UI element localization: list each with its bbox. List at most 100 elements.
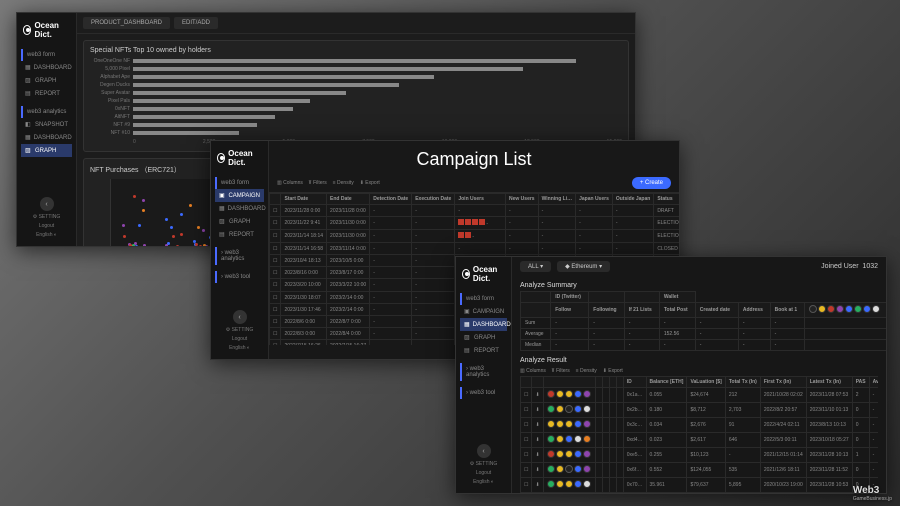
logo-icon — [217, 153, 225, 163]
columns-button[interactable]: ▥ Columns — [520, 368, 546, 374]
filter-all[interactable]: ALL ▾ — [520, 261, 551, 272]
logout-link[interactable]: Logout — [476, 470, 491, 476]
brand-text: Ocean Dict. — [228, 149, 262, 167]
table-row[interactable]: ☐⬇0x2b…0.180$8,7122,7032022/8/2 20:57202… — [521, 403, 879, 418]
setting-link[interactable]: ⚙ SETTING — [33, 214, 61, 220]
table-row[interactable]: ☐⬇0xd4…0.023$2,6176462022/5/3 00:112023/… — [521, 433, 879, 448]
theme-toggle[interactable]: ◐ — [54, 232, 57, 238]
report-icon: ▤ — [219, 231, 226, 238]
lang-select[interactable]: English — [36, 232, 52, 238]
export-button[interactable]: ⬇ Export — [603, 368, 623, 374]
brand-logo: Ocean Dict. — [17, 17, 76, 43]
table-row[interactable]: ☐⬇0x81…0.021$2,711-2021/5/15 23:142023/1… — [521, 493, 879, 494]
nav-section-analytics[interactable]: › web3 analytics — [460, 363, 507, 381]
table-row[interactable]: ☐⬇0x70…35.961$79,6375,8952020/10/23 19:0… — [521, 478, 879, 493]
result-title: Analyze Result — [512, 351, 886, 366]
result-table: IDBalance [ETH]VaLuation [$]Total Tx (In… — [520, 376, 878, 493]
graph-icon: ▨ — [464, 334, 471, 341]
report-icon: ▤ — [25, 90, 32, 97]
dashboard-icon: ▦ — [219, 205, 225, 212]
table-toolbar: ▥ Columns ⫪ Filters ≡ Density ⬇ Export +… — [269, 174, 679, 193]
table-row[interactable]: ☐⬇0x6f…0.552$124,0555352021/12/6 18:1120… — [521, 463, 879, 478]
nav-report[interactable]: ▤REPORT — [460, 344, 507, 357]
result-scroll[interactable]: IDBalance [ETH]VaLuation [$]Total Tx (In… — [520, 376, 878, 493]
nav-snapshot[interactable]: ◧SNAPSHOT — [21, 118, 72, 131]
nav-report[interactable]: ▤REPORT — [21, 87, 72, 100]
tab-product-dashboard[interactable]: PRODUCT_DASHBOARD — [83, 17, 170, 29]
lang-select[interactable]: English — [473, 479, 489, 485]
table-row[interactable]: ☐⬇0xe5…0.255$10,123-2021/12/15 01:142023… — [521, 448, 879, 463]
nav-label: DASHBOARD — [34, 65, 72, 71]
density-button[interactable]: ≡ Density — [576, 368, 597, 374]
collapse-button[interactable]: ‹ — [233, 310, 247, 324]
nav-label: DASHBOARD — [228, 206, 266, 212]
nav-dashboard[interactable]: ▦DASHBOARD — [460, 318, 507, 331]
nav-label: SNAPSHOT — [35, 122, 68, 128]
campaign-icon: ▣ — [464, 308, 470, 315]
nav-section-web3form[interactable]: web3 form — [460, 293, 507, 305]
nav-label: GRAPH — [35, 78, 56, 84]
chain-icon — [871, 303, 882, 314]
graph-icon: ▨ — [219, 218, 226, 225]
lang-select[interactable]: English — [229, 345, 245, 351]
logout-link[interactable]: Logout — [39, 223, 54, 229]
nav-label: REPORT — [474, 348, 499, 354]
nav-section-tool[interactable]: › web3 tool — [460, 387, 507, 399]
dashboard-icon: ▦ — [25, 134, 31, 141]
nav-section-analytics[interactable]: › web3 analytics — [215, 247, 264, 265]
table-row[interactable]: ☐2023/11/14 16:582023/11/14 0:00-------C… — [270, 243, 680, 255]
summary-table: ID (Twitter)WalletFollowFollowingIf 21 L… — [520, 291, 886, 351]
brand-logo: Ocean Dict. — [456, 261, 511, 287]
density-button[interactable]: ≡ Density — [333, 180, 354, 186]
theme-toggle[interactable]: ◐ — [491, 479, 494, 485]
nav-dashboard[interactable]: ▦DASHBOARD — [215, 202, 264, 215]
graph-icon: ▨ — [25, 147, 32, 154]
brand-text: Ocean Dict. — [473, 265, 505, 283]
chart-card-1: Special NFTs Top 10 owned by holders One… — [83, 40, 629, 152]
sidebar: Ocean Dict. web3 form ▦DASHBOARD ▨GRAPH … — [17, 13, 77, 246]
dashboard-icon: ▦ — [25, 64, 31, 71]
nav-dashboard2[interactable]: ▦DASHBOARD — [21, 131, 72, 144]
joined-user-count: Joined User 1032 — [821, 263, 878, 270]
main-content: ALL ▾ ◆ Ethereum ▾ Joined User 1032 Anal… — [512, 257, 886, 493]
nav-section-web3form[interactable]: web3 form — [215, 177, 264, 189]
filters-button[interactable]: ⫪ Filters — [309, 180, 327, 186]
nav-section-tool[interactable]: › web3 tool — [215, 271, 264, 283]
logout-link[interactable]: Logout — [232, 336, 247, 342]
nav-graph[interactable]: ▨GRAPH — [215, 215, 264, 228]
nav-campaign[interactable]: ▣CAMPAIGN — [460, 305, 507, 318]
filter-chain[interactable]: ◆ Ethereum ▾ — [557, 261, 610, 272]
nav-label: DASHBOARD — [34, 135, 72, 141]
setting-link[interactable]: ⚙ SETTING — [470, 461, 498, 467]
logo-icon — [462, 269, 470, 279]
nav-label: DASHBOARD — [473, 322, 511, 328]
table-row[interactable]: ☐2023/11/14 18:142023/11/30 0:00-------E… — [270, 230, 680, 243]
export-button[interactable]: ⬇ Export — [360, 180, 380, 186]
table-row[interactable]: ☐2023/11/28 0:002023/11/28 0:00-------DR… — [270, 205, 680, 217]
table-row[interactable]: ☐⬇0x1a…0.055$24,6742122021/10/28 02:0220… — [521, 388, 879, 403]
nav-dashboard[interactable]: ▦DASHBOARD — [21, 61, 72, 74]
graph-icon: ▨ — [25, 77, 32, 84]
setting-link[interactable]: ⚙ SETTING — [226, 327, 254, 333]
filters-button[interactable]: ⫪ Filters — [552, 368, 570, 374]
nav-report[interactable]: ▤REPORT — [215, 228, 264, 241]
columns-button[interactable]: ▥ Columns — [277, 180, 303, 186]
tab-edit-add[interactable]: EDIT/ADD — [174, 17, 218, 29]
collapse-button[interactable]: ‹ — [40, 197, 54, 211]
table-row[interactable]: ☐2023/11/22 9:412023/11/30 0:00-------EL… — [270, 217, 680, 230]
nav-campaign[interactable]: ▣CAMPAIGN — [215, 189, 264, 202]
watermark: Web3GameBusiness.jp — [853, 485, 892, 502]
nav-graph[interactable]: ▨GRAPH — [460, 331, 507, 344]
collapse-button[interactable]: ‹ — [477, 444, 491, 458]
chain-icon — [581, 433, 592, 444]
create-button[interactable]: + Create — [632, 177, 671, 189]
nav-section-web3form: web3 form — [21, 49, 72, 61]
nav-label: GRAPH — [229, 219, 250, 225]
theme-toggle[interactable]: ◐ — [247, 345, 250, 351]
nav-graph[interactable]: ▨GRAPH — [21, 74, 72, 87]
page-title: Campaign List — [269, 141, 679, 174]
nav-label: CAMPAIGN — [473, 309, 505, 315]
nav-graph2[interactable]: ▨GRAPH — [21, 144, 72, 157]
table-row[interactable]: ☐⬇0x3c…0.034$2,676912022/4/24 02:112023/… — [521, 418, 879, 433]
sidebar: Ocean Dict. web3 form ▣CAMPAIGN ▦DASHBOA… — [211, 141, 269, 359]
